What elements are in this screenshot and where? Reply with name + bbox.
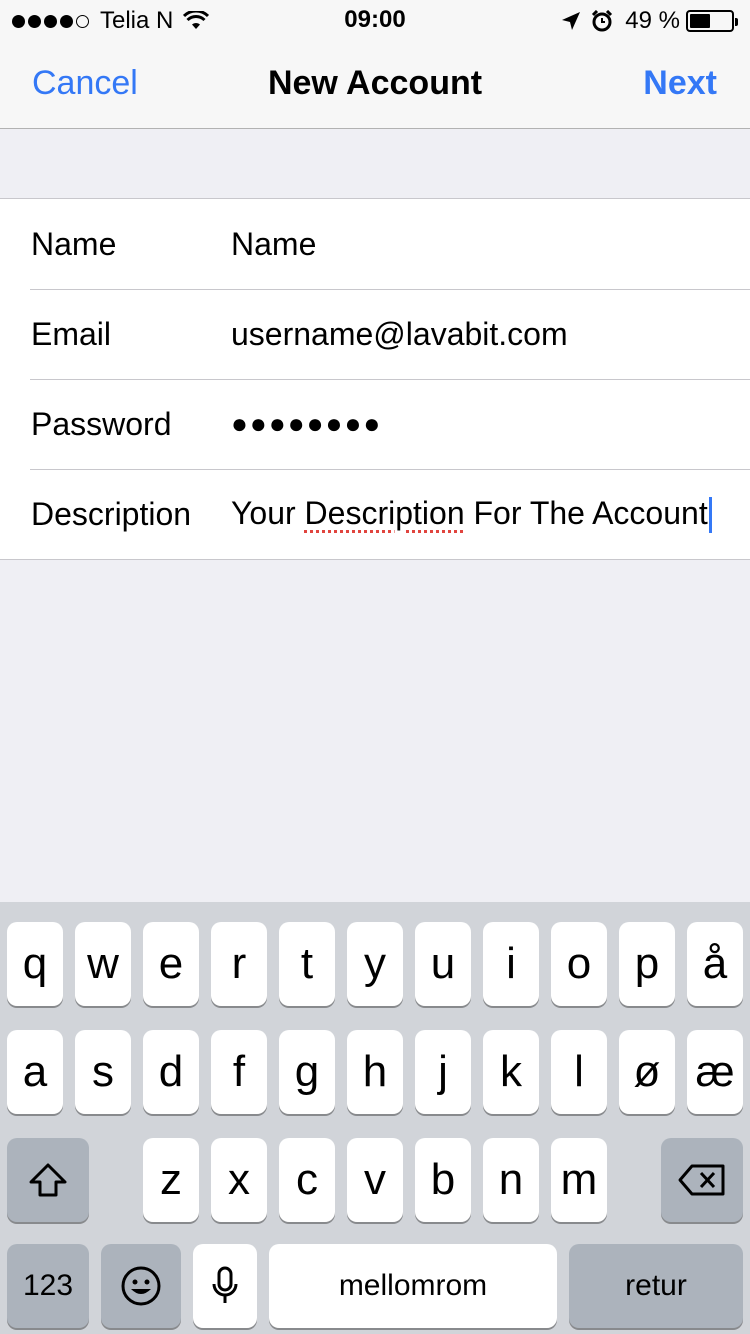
key-w[interactable]: w [75, 922, 131, 1006]
text-cursor [708, 497, 712, 534]
key-o[interactable]: o [551, 922, 607, 1006]
key-c[interactable]: c [279, 1138, 335, 1222]
password-label: Password [31, 405, 172, 442]
email-label: Email [31, 315, 112, 352]
status-right: 49 % [551, 6, 738, 36]
key-f[interactable]: f [211, 1030, 267, 1114]
password-row[interactable]: Password ●●●●●●●● [0, 379, 750, 469]
emoji-icon [121, 1266, 161, 1306]
status-bar: Telia N 09:00 49 % [0, 0, 750, 40]
key-q[interactable]: q [7, 922, 63, 1006]
description-row[interactable]: Description Your Description For The Acc… [0, 469, 750, 559]
key-m[interactable]: m [551, 1138, 607, 1222]
dictation-key[interactable] [193, 1244, 257, 1328]
name-field[interactable]: Name [231, 226, 316, 263]
description-field[interactable]: Your Description For The Account [231, 495, 712, 534]
key-i[interactable]: i [483, 922, 539, 1006]
key-u[interactable]: u [415, 922, 471, 1006]
key-d[interactable]: d [143, 1030, 199, 1114]
key-p[interactable]: p [619, 922, 675, 1006]
backspace-icon [678, 1164, 725, 1196]
misspelled-word: Description [304, 494, 465, 531]
key-r[interactable]: r [211, 922, 267, 1006]
key-l[interactable]: l [551, 1030, 607, 1114]
password-field[interactable]: ●●●●●●●● [231, 408, 382, 440]
key-b[interactable]: b [415, 1138, 471, 1222]
description-text-after: For The Account [464, 494, 708, 531]
next-button[interactable]: Next [643, 64, 717, 103]
email-field[interactable]: username@lavabit.com [231, 316, 568, 353]
key-v[interactable]: v [347, 1138, 403, 1222]
name-row[interactable]: Name Name [0, 199, 750, 289]
key-a[interactable]: a [7, 1030, 63, 1114]
return-key[interactable]: retur [569, 1244, 743, 1328]
key-oslash[interactable]: ø [619, 1030, 675, 1114]
key-j[interactable]: j [415, 1030, 471, 1114]
shift-arrow-icon [29, 1163, 67, 1197]
key-x[interactable]: x [211, 1138, 267, 1222]
key-e[interactable]: e [143, 922, 199, 1006]
location-arrow-icon [562, 12, 581, 30]
emoji-key[interactable] [101, 1244, 181, 1328]
battery-percent: 49 % [625, 7, 680, 34]
key-n[interactable]: n [483, 1138, 539, 1222]
account-form: Name Name Email username@lavabit.com Pas… [0, 198, 750, 560]
numbers-key[interactable]: 123 [7, 1244, 89, 1328]
battery-icon [686, 10, 738, 32]
key-k[interactable]: k [483, 1030, 539, 1114]
key-h[interactable]: h [347, 1030, 403, 1114]
description-label: Description [31, 495, 192, 532]
delete-key[interactable] [661, 1138, 743, 1222]
page-title: New Account [267, 64, 483, 102]
key-s[interactable]: s [75, 1030, 131, 1114]
key-z[interactable]: z [143, 1138, 199, 1222]
name-label: Name [31, 225, 117, 262]
alarm-clock-icon [592, 10, 613, 32]
key-y[interactable]: y [347, 922, 403, 1006]
key-aring[interactable]: å [687, 922, 743, 1006]
keyboard: q w e r t y u i o p å a s d f g h j k l … [0, 902, 750, 1334]
description-text-before: Your [231, 494, 305, 531]
navigation-bar: Cancel New Account Next [0, 40, 750, 129]
key-ae[interactable]: æ [687, 1030, 743, 1114]
key-g[interactable]: g [279, 1030, 335, 1114]
shift-key[interactable] [7, 1138, 89, 1222]
email-row[interactable]: Email username@lavabit.com [0, 289, 750, 379]
space-key[interactable]: mellomrom [269, 1244, 557, 1328]
microphone-icon [212, 1266, 238, 1303]
key-t[interactable]: t [279, 922, 335, 1006]
